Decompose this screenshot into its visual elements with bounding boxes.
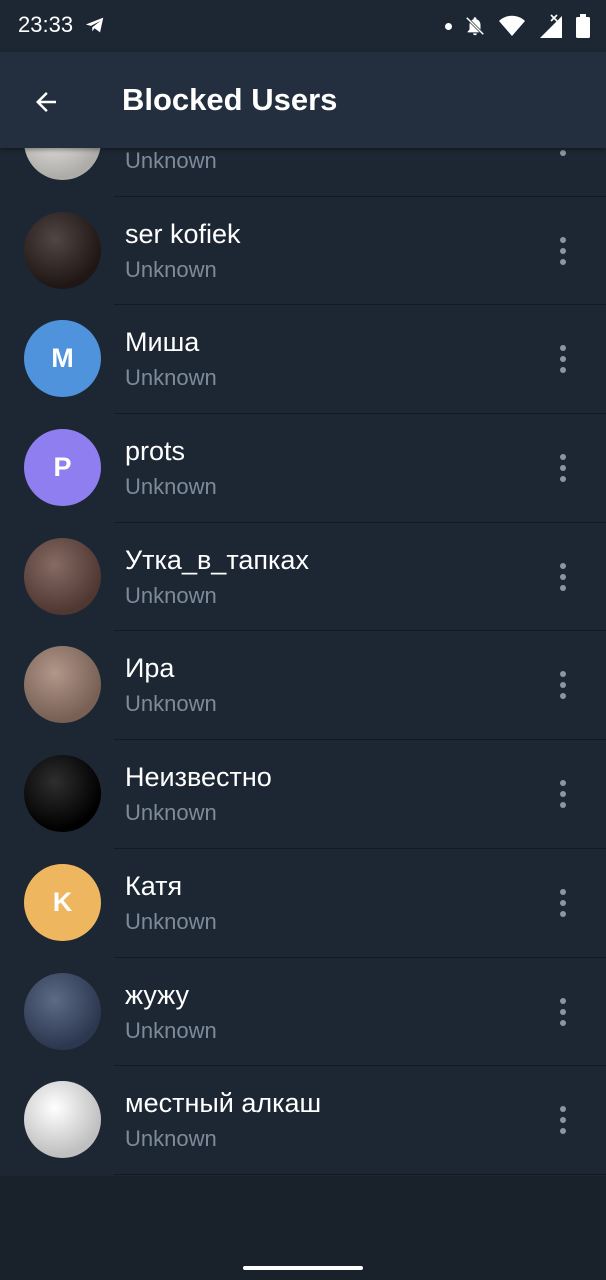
bottom-area xyxy=(0,1176,606,1280)
blocked-users-list[interactable]: Unknown ser kofiek Unknown M Миша Unknown Ppro… xyxy=(0,148,606,1176)
more-options-icon[interactable] xyxy=(548,231,578,271)
user-status: Unknown xyxy=(125,474,217,500)
user-name: Катя xyxy=(125,870,183,901)
user-name: prots xyxy=(125,436,186,467)
arrow-left-icon xyxy=(36,92,56,112)
user-status: Unknown xyxy=(125,256,217,282)
user-name: Миша xyxy=(125,327,200,358)
home-indicator[interactable] xyxy=(243,1266,363,1270)
avatar xyxy=(24,1081,101,1159)
user-name: жужу xyxy=(125,979,190,1010)
battery-icon xyxy=(576,14,590,38)
user-name: ser kofiek xyxy=(125,218,241,249)
avatar xyxy=(24,646,101,724)
user-name: Неизвестно xyxy=(125,762,272,793)
avatar xyxy=(24,755,101,833)
status-icons xyxy=(445,12,590,40)
user-name: Утка_в_тапках xyxy=(125,544,309,575)
list-item[interactable]: жужу Unknown xyxy=(0,958,606,1067)
cell-signal-icon xyxy=(540,14,562,38)
avatar xyxy=(24,972,101,1050)
list-item[interactable]: ser kofiek Unknown xyxy=(0,197,606,306)
page-title: Blocked Users xyxy=(122,82,338,117)
avatar xyxy=(24,211,101,289)
more-options-icon[interactable] xyxy=(548,557,578,597)
list-item[interactable]: Утка_в_тапках Unknown xyxy=(0,523,606,632)
avatar: P xyxy=(24,429,101,507)
avatar xyxy=(24,148,101,180)
user-status: Unknown xyxy=(125,148,217,173)
avatar: M xyxy=(24,320,101,398)
user-name: Ира xyxy=(125,653,175,684)
list-item[interactable]: местный алкаш Unknown xyxy=(0,1066,606,1175)
list-item[interactable]: Ира Unknown xyxy=(0,631,606,741)
avatar xyxy=(24,537,101,615)
user-status: Unknown xyxy=(125,365,217,391)
user-status: Unknown xyxy=(125,800,217,826)
more-options-icon[interactable] xyxy=(548,148,578,162)
more-options-icon[interactable] xyxy=(548,665,578,705)
list-item[interactable]: M Миша Unknown xyxy=(0,305,606,415)
user-status: Unknown xyxy=(125,691,217,717)
more-options-icon[interactable] xyxy=(548,774,578,814)
user-status: Unknown xyxy=(125,1126,217,1152)
user-status: Unknown xyxy=(125,582,217,608)
wifi-icon xyxy=(499,15,525,36)
user-name: местный алкаш xyxy=(125,1088,322,1119)
user-status: Unknown xyxy=(125,1017,217,1043)
status-bar: 23:33 xyxy=(0,0,606,52)
list-item[interactable]: Unknown xyxy=(0,148,606,197)
back-button[interactable] xyxy=(22,78,70,126)
divider xyxy=(114,1173,606,1175)
list-item[interactable]: Неизвестно Unknown xyxy=(0,740,606,849)
user-status: Unknown xyxy=(125,908,217,934)
more-options-icon[interactable] xyxy=(548,1100,578,1140)
notifications-off-icon xyxy=(465,16,485,36)
notification-dot-icon xyxy=(445,22,452,30)
app-bar: Blocked Users xyxy=(0,52,606,148)
more-options-icon[interactable] xyxy=(548,448,578,488)
telegram-icon xyxy=(85,17,104,33)
status-time: 23:33 xyxy=(18,12,74,37)
avatar: K xyxy=(24,863,101,941)
more-options-icon[interactable] xyxy=(548,992,578,1032)
more-options-icon[interactable] xyxy=(548,883,578,923)
more-options-icon[interactable] xyxy=(548,339,578,379)
list-item[interactable]: K Катя Unknown xyxy=(0,849,606,958)
list-item[interactable]: Pprots Unknown xyxy=(0,414,606,523)
